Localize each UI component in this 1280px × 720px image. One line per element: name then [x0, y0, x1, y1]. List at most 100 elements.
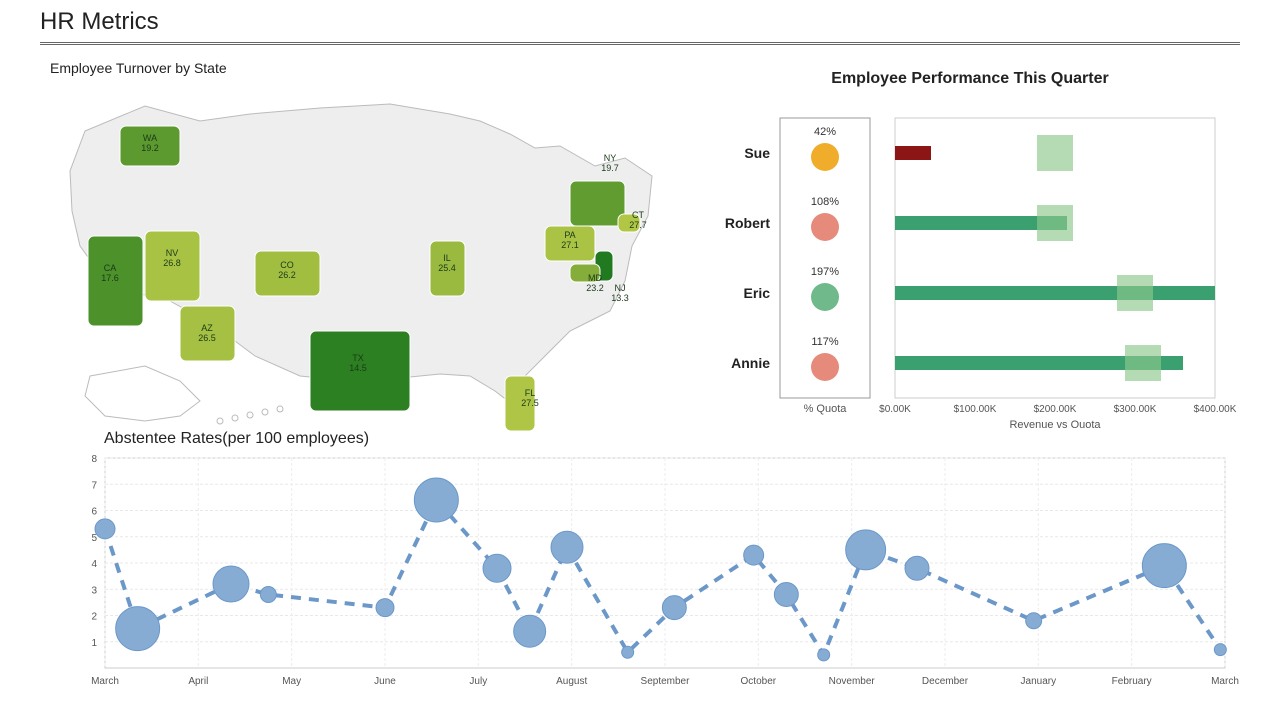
absentee-point	[213, 566, 249, 602]
performance-title: Employee Performance This Quarter	[700, 70, 1240, 88]
state-label-MD: MD	[588, 273, 602, 283]
state-NY	[570, 181, 625, 226]
absentee-point	[514, 615, 546, 647]
state-label-PA: PA	[564, 230, 575, 240]
absentee-xtick: March	[1211, 676, 1239, 687]
quota-axis-label: % Quota	[804, 403, 848, 415]
state-label-CO: CO	[280, 260, 294, 270]
state-value-AZ: 26.5	[198, 333, 216, 343]
absentee-title: Abstentee Rates(per 100 employees)	[104, 430, 1240, 448]
absentee-xtick: April	[188, 676, 208, 687]
employee-pct: 197%	[811, 266, 839, 278]
state-value-NJ: 13.3	[611, 293, 629, 303]
absentee-line	[105, 500, 1220, 655]
absentee-point	[744, 545, 764, 565]
page-title: HR Metrics	[0, 0, 1280, 36]
absentee-xtick: February	[1112, 676, 1152, 687]
state-label-AZ: AZ	[201, 323, 213, 333]
state-label-IL: IL	[443, 253, 451, 263]
absentee-point	[622, 646, 634, 658]
revenue-tick: $200.00K	[1034, 404, 1077, 415]
state-label-NJ: NJ	[615, 283, 626, 293]
quota-marker	[1117, 275, 1153, 311]
absentee-point	[774, 583, 798, 607]
state-value-CA: 17.6	[101, 273, 119, 283]
revenue-tick: $300.00K	[1114, 404, 1157, 415]
absentee-ytick: 1	[91, 638, 97, 649]
absentee-xtick: January	[1021, 676, 1057, 687]
quota-marker	[1125, 345, 1161, 381]
revenue-bar	[895, 146, 931, 160]
state-value-FL: 27.5	[521, 398, 539, 408]
state-value-PA: 27.1	[561, 240, 579, 250]
absentee-xtick: December	[922, 676, 969, 687]
state-label-TX: TX	[352, 353, 364, 363]
quota-dot	[811, 143, 839, 171]
employee-name: Eric	[744, 285, 771, 301]
revenue-axis-label: Revenue vs Quota	[1009, 419, 1101, 428]
employee-pct: 117%	[811, 336, 839, 348]
employee-pct: 42%	[814, 126, 836, 138]
absentee-xtick: August	[556, 676, 587, 687]
absentee-point	[260, 587, 276, 603]
revenue-bar	[895, 286, 1215, 300]
quota-dot	[811, 283, 839, 311]
absentee-point	[376, 599, 394, 617]
performance-chart: Sue 42% Robert 108% Eric 197% Annie 117% $0.00K $…	[700, 88, 1240, 428]
state-value-NV: 26.8	[163, 258, 181, 268]
turnover-map: WA19.2 CA17.6 NV26.8 AZ26.5 CO26.2 TX14.5 IL25…	[50, 76, 670, 436]
state-value-IL: 25.4	[438, 263, 456, 273]
state-value-CT: 27.7	[629, 220, 647, 230]
absentee-xtick: November	[829, 676, 876, 687]
revenue-tick: $0.00K	[879, 404, 911, 415]
absentee-point	[662, 596, 686, 620]
state-value-CO: 26.2	[278, 270, 296, 280]
absentee-point	[846, 530, 886, 570]
absentee-xtick: October	[741, 676, 777, 687]
absentee-ytick: 3	[91, 585, 97, 596]
absentee-point	[1214, 644, 1226, 656]
absentee-chart: 12345678MarchAprilMayJuneJulyAugustSepte…	[60, 448, 1240, 708]
state-label-NV: NV	[166, 248, 179, 258]
employee-name: Sue	[744, 145, 770, 161]
absentee-ytick: 2	[91, 612, 97, 623]
state-value-MD: 23.2	[586, 283, 604, 293]
absentee-point	[1142, 544, 1186, 588]
state-value-NY: 19.7	[601, 163, 619, 173]
map-section-title: Employee Turnover by State	[50, 60, 680, 76]
absentee-xtick: March	[91, 676, 119, 687]
state-label-NY: NY	[604, 153, 617, 163]
employee-name: Robert	[725, 215, 770, 231]
absentee-point	[483, 554, 511, 582]
absentee-ytick: 7	[91, 480, 97, 491]
absentee-point	[414, 478, 458, 522]
absentee-xtick: June	[374, 676, 396, 687]
absentee-point	[116, 607, 160, 651]
quota-dot	[811, 353, 839, 381]
absentee-xtick: September	[641, 676, 691, 687]
absentee-point	[1026, 613, 1042, 629]
absentee-xtick: July	[469, 676, 487, 687]
revenue-tick: $400.00K	[1194, 404, 1237, 415]
employee-pct: 108%	[811, 196, 839, 208]
absentee-point	[905, 556, 929, 580]
absentee-point	[818, 649, 830, 661]
quota-marker	[1037, 135, 1073, 171]
state-label-CT: CT	[632, 210, 644, 220]
title-divider	[40, 42, 1240, 45]
absentee-ytick: 8	[91, 454, 97, 465]
state-label-WA: WA	[143, 133, 157, 143]
state-value-WA: 19.2	[141, 143, 159, 153]
absentee-point	[551, 531, 583, 563]
quota-dot	[811, 213, 839, 241]
state-label-CA: CA	[104, 263, 117, 273]
absentee-point	[95, 519, 115, 539]
absentee-ytick: 6	[91, 507, 97, 518]
quota-marker	[1037, 205, 1073, 241]
absentee-ytick: 4	[91, 559, 97, 570]
absentee-xtick: May	[282, 676, 301, 687]
state-label-FL: FL	[525, 388, 536, 398]
revenue-tick: $100.00K	[954, 404, 997, 415]
employee-name: Annie	[731, 355, 770, 371]
state-value-TX: 14.5	[349, 363, 367, 373]
